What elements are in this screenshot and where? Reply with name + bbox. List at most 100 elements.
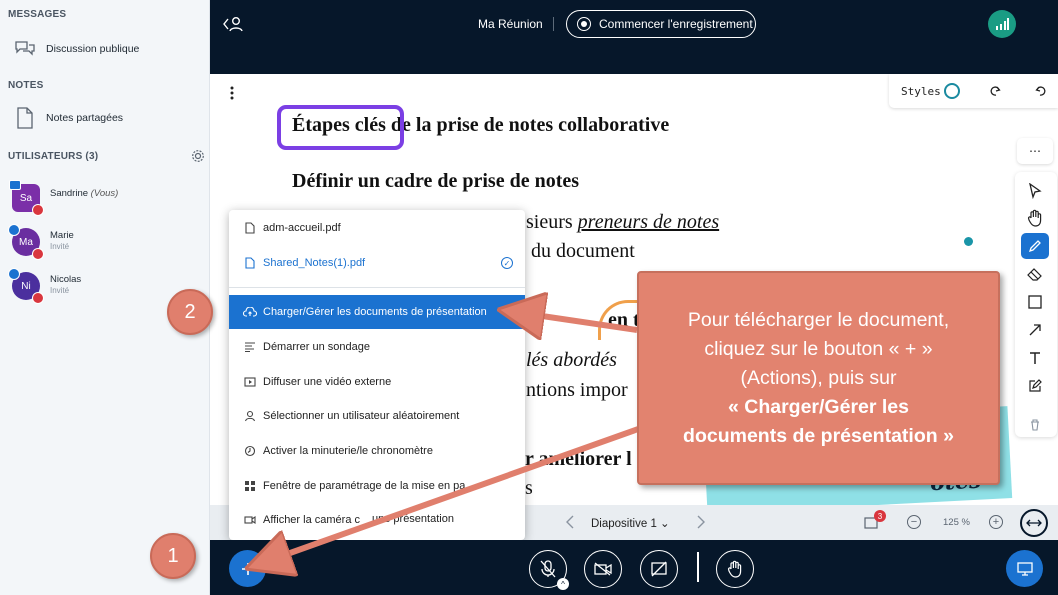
sidebar-item-shared-notes[interactable]: Notes partagées — [0, 101, 209, 135]
zoom-out-icon[interactable]: − — [907, 515, 921, 529]
presentation-toggle-button[interactable] — [1006, 550, 1043, 587]
previous-slide-icon[interactable] — [566, 515, 574, 534]
zoom-level: 125 % — [943, 517, 970, 528]
slide-selector[interactable]: Diapositive 1 ⌄ — [591, 516, 670, 530]
callout-line-bold: documents de présentation » — [683, 424, 954, 447]
menu-item-camera-as-content[interactable]: Afficher la caméra c une présentation — [229, 503, 525, 537]
slide-heading: Définir un cadre de prise de notes — [292, 170, 580, 192]
menu-item-label: Afficher la caméra c — [263, 514, 361, 526]
signal-icon — [996, 18, 1009, 30]
eraser-tool-icon[interactable] — [1021, 261, 1049, 287]
menu-item-file[interactable]: Shared_Notes(1).pdf ✓ — [229, 246, 525, 280]
notification-badge: 3 — [874, 510, 886, 522]
trash-icon[interactable] — [1021, 412, 1049, 438]
menu-item-layout-settings[interactable]: Fenêtre de paramétrage de la mise en pa — [229, 469, 525, 503]
arrow-tool-icon[interactable] — [1021, 317, 1049, 343]
fit-width-button[interactable] — [1020, 509, 1048, 537]
share-screen-button[interactable] — [640, 550, 678, 588]
collapse-user-list-icon[interactable] — [222, 14, 244, 39]
undo-icon[interactable] — [1034, 84, 1046, 102]
avatar-initials: Ma — [19, 236, 33, 248]
whiteboard-toolbar — [1015, 172, 1057, 437]
pen-tool-icon[interactable] — [1021, 233, 1049, 259]
avatar-initials: Sa — [19, 192, 33, 204]
user-name: Marie — [50, 230, 74, 241]
mute-microphone-button[interactable]: ^ — [529, 550, 569, 590]
slide-line-text: sieurs — [526, 211, 578, 233]
share-webcam-button[interactable] — [584, 550, 622, 588]
multi-user-icon[interactable]: 3 — [864, 510, 886, 535]
menu-item-label: Diffuser une vidéo externe — [263, 376, 392, 388]
slide-line: du document — [531, 240, 635, 262]
user-name: Nicolas — [50, 274, 82, 285]
whiteboard-top-toolbar: Styles — [889, 74, 1058, 108]
layout-icon — [243, 479, 257, 493]
connection-status-button[interactable] — [988, 10, 1016, 38]
user-you-label: (Vous) — [90, 188, 119, 199]
user-role: Invité — [50, 242, 70, 251]
notes-section-title: NOTES — [8, 80, 44, 91]
screen-share-off-icon — [651, 561, 667, 577]
gear-icon[interactable] — [191, 149, 205, 168]
divider — [553, 17, 554, 31]
menu-item-upload-presentation[interactable]: Charger/Gérer les documents de présentat… — [229, 295, 525, 329]
more-tools-button[interactable]: ⋯ — [1017, 138, 1053, 164]
raised-hand-icon — [32, 248, 44, 260]
avatar-initials: Ni — [21, 280, 31, 292]
user-name: Sandrine (Vous) — [50, 188, 118, 199]
menu-item-label: Démarrer un sondage — [263, 341, 371, 353]
menu-divider — [229, 287, 525, 288]
menu-item-random-user[interactable]: Sélectionner un utilisateur aléatoiremen… — [229, 399, 525, 433]
hand-tool-icon[interactable] — [1021, 205, 1049, 231]
actions-button[interactable] — [229, 550, 266, 587]
menu-item-timer[interactable]: Activer la minuterie/le chronomètre — [229, 434, 525, 468]
chat-icon — [12, 36, 38, 62]
meeting-title: Ma Réunion — [478, 17, 543, 31]
start-recording-button[interactable]: Commencer l'enregistrement — [566, 10, 756, 38]
presentation-icon — [1016, 561, 1033, 576]
next-slide-icon[interactable] — [697, 515, 705, 534]
rectangle-tool-icon[interactable] — [1021, 289, 1049, 315]
chevron-down-icon: ⌄ — [660, 518, 670, 530]
check-icon: ✓ — [501, 257, 513, 269]
record-icon — [577, 17, 591, 31]
menu-item-external-video[interactable]: Diffuser une vidéo externe — [229, 365, 525, 399]
bottom-bar: ^ — [210, 540, 1058, 595]
redo-icon[interactable] — [990, 84, 1002, 102]
user-role: Invité — [50, 286, 70, 295]
note-tool-icon[interactable] — [1021, 373, 1049, 399]
user-list-item[interactable]: Ma Marie Invité — [0, 224, 209, 264]
messages-section-title: MESSAGES — [8, 9, 67, 20]
file-icon — [243, 256, 257, 270]
callout-line: (Actions), puis sur — [740, 366, 897, 389]
slide-line: sieurs preneurs de notes — [526, 211, 719, 234]
users-section-title: UTILISATEURS (3) — [8, 151, 99, 162]
user-list-item[interactable]: Sa Sandrine (Vous) — [0, 180, 209, 220]
bottom-divider — [697, 552, 699, 582]
callout-line: Pour télécharger le document, — [687, 308, 950, 331]
menu-item-label: Sélectionner un utilisateur aléatoiremen… — [263, 410, 460, 422]
slide-line-text: lés abordés — [526, 349, 617, 371]
slide-line: lés abordés — [526, 349, 617, 372]
instruction-callout: Pour télécharger le document, cliquez su… — [637, 271, 1000, 485]
raise-hand-button[interactable] — [716, 550, 754, 588]
select-tool-icon[interactable] — [1021, 178, 1049, 204]
menu-item-file[interactable]: adm-accueil.pdf — [229, 211, 525, 245]
zoom-in-icon[interactable]: + — [989, 515, 1003, 529]
sidebar-item-label: Notes partagées — [46, 112, 124, 124]
styles-label[interactable]: Styles — [901, 85, 941, 98]
camera-icon — [9, 180, 21, 190]
more-options-icon[interactable] — [230, 86, 234, 105]
text-tool-icon[interactable] — [1021, 345, 1049, 371]
actions-menu: adm-accueil.pdf Shared_Notes(1).pdf ✓ Ch… — [229, 210, 525, 540]
raised-hand-icon — [32, 292, 44, 304]
avatar: Ma — [8, 224, 44, 260]
sidebar-item-public-chat[interactable]: Discussion publique — [0, 32, 209, 66]
slide-selector-label: Diapositive 1 — [591, 518, 657, 530]
file-icon — [243, 221, 257, 235]
audio-settings-icon[interactable]: ^ — [557, 578, 569, 590]
callout-line: cliquez sur le bouton « + » — [704, 337, 933, 360]
menu-item-start-poll[interactable]: Démarrer un sondage — [229, 330, 525, 364]
camera-off-icon — [594, 562, 612, 576]
color-picker-icon[interactable] — [944, 83, 960, 99]
